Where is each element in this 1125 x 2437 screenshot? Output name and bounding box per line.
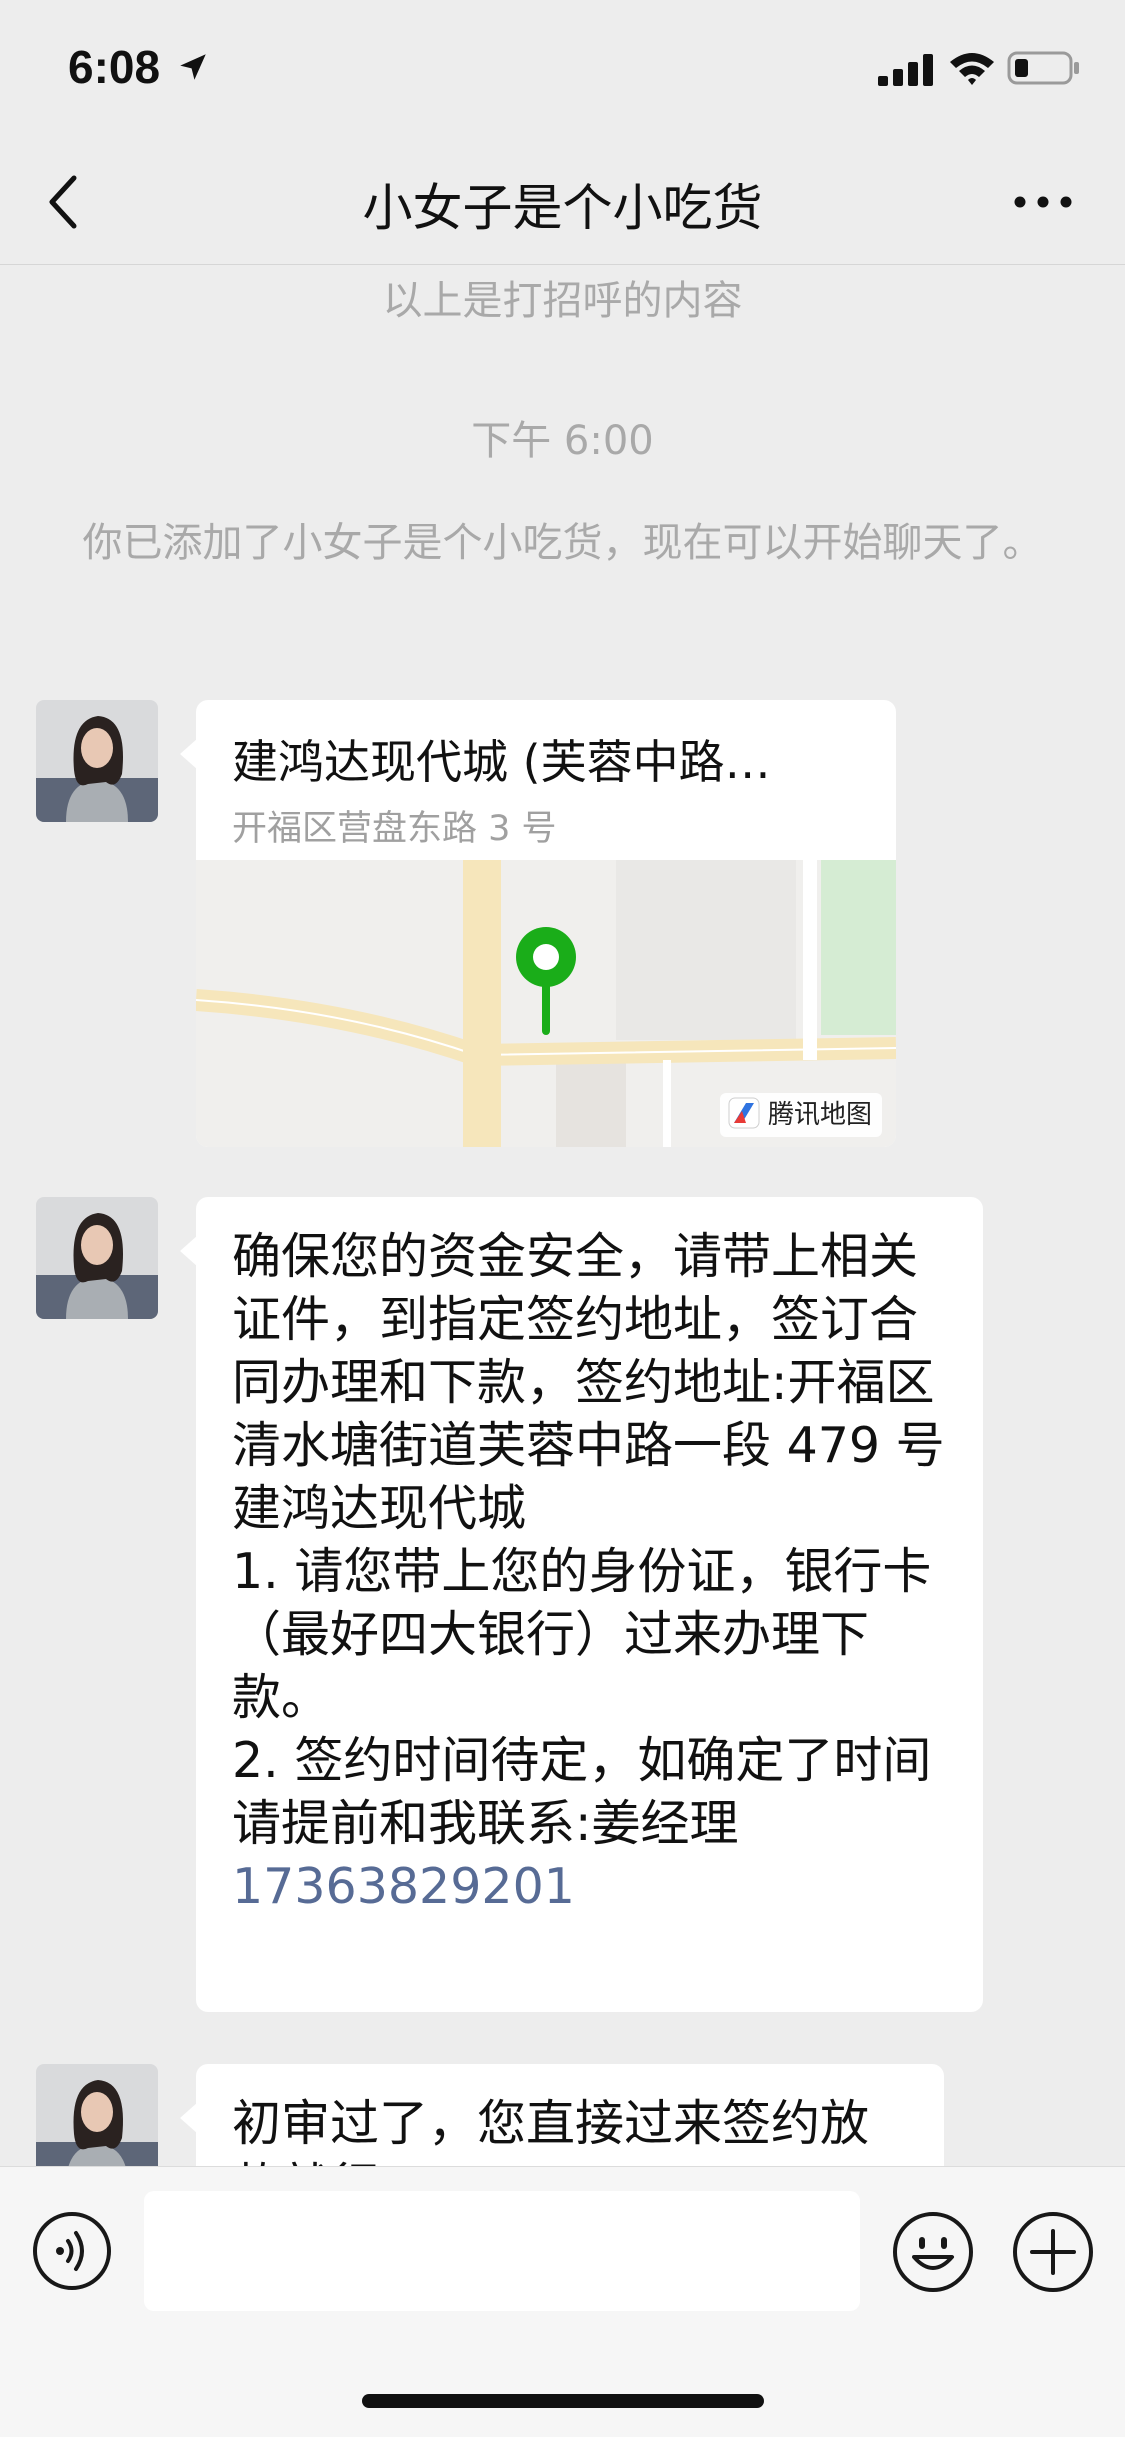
more-icon[interactable] <box>1010 180 1076 224</box>
location-title: 建鸿达现代城 (芙蓉中路… <box>232 735 771 789</box>
cellular-signal-icon <box>878 54 933 86</box>
location-address: 开福区营盘东路 3 号 <box>232 809 557 849</box>
friend-added-note: 你已添加了小女子是个小吃货，现在可以开始聊天了。 <box>82 520 1043 566</box>
wifi-icon <box>950 53 994 85</box>
message-timestamp: 下午 6:00 <box>471 418 654 464</box>
message-text: 确保您的资金安全，请带上相关证件，到指定签约地址，签订合同办理和下款，签约地址:… <box>232 1225 947 1918</box>
contact-avatar[interactable] <box>36 1197 158 1319</box>
battery-icon <box>1007 51 1079 85</box>
message-input[interactable] <box>144 2191 860 2311</box>
map-provider-badge: 腾讯地图 <box>719 1093 882 1137</box>
map-provider-label: 腾讯地图 <box>767 1100 872 1130</box>
chat-title: 小女子是个小吃货 <box>362 179 763 237</box>
status-bar: 6:08 <box>0 0 1125 140</box>
phone-number-link[interactable]: 17363829201 <box>232 1858 575 1915</box>
avatar-image <box>36 1197 158 1319</box>
location-map[interactable]: 腾讯地图 <box>196 860 896 1147</box>
plus-icon[interactable] <box>1012 2211 1094 2293</box>
message-body: 确保您的资金安全，请带上相关证件，到指定签约地址，签订合同办理和下款，签约地址:… <box>232 1228 945 1852</box>
greeting-note: 以上是打招呼的内容 <box>382 278 743 324</box>
tencent-map-icon <box>728 1097 760 1129</box>
location-message[interactable]: 建鸿达现代城 (芙蓉中路… 开福区营盘东路 3 号 腾讯地图 <box>180 700 896 1147</box>
home-indicator[interactable] <box>362 2394 764 2408</box>
chat-header: 小女子是个小吃货 <box>0 140 1125 265</box>
contact-avatar[interactable] <box>36 700 158 822</box>
location-arrow-icon <box>180 54 206 80</box>
emoji-icon[interactable] <box>892 2211 974 2293</box>
avatar-image <box>36 700 158 822</box>
voice-icon[interactable] <box>32 2211 112 2291</box>
status-time: 6:08 <box>68 41 161 93</box>
text-message[interactable]: 确保您的资金安全，请带上相关证件，到指定签约地址，签订合同办理和下款，签约地址:… <box>180 1197 983 2012</box>
